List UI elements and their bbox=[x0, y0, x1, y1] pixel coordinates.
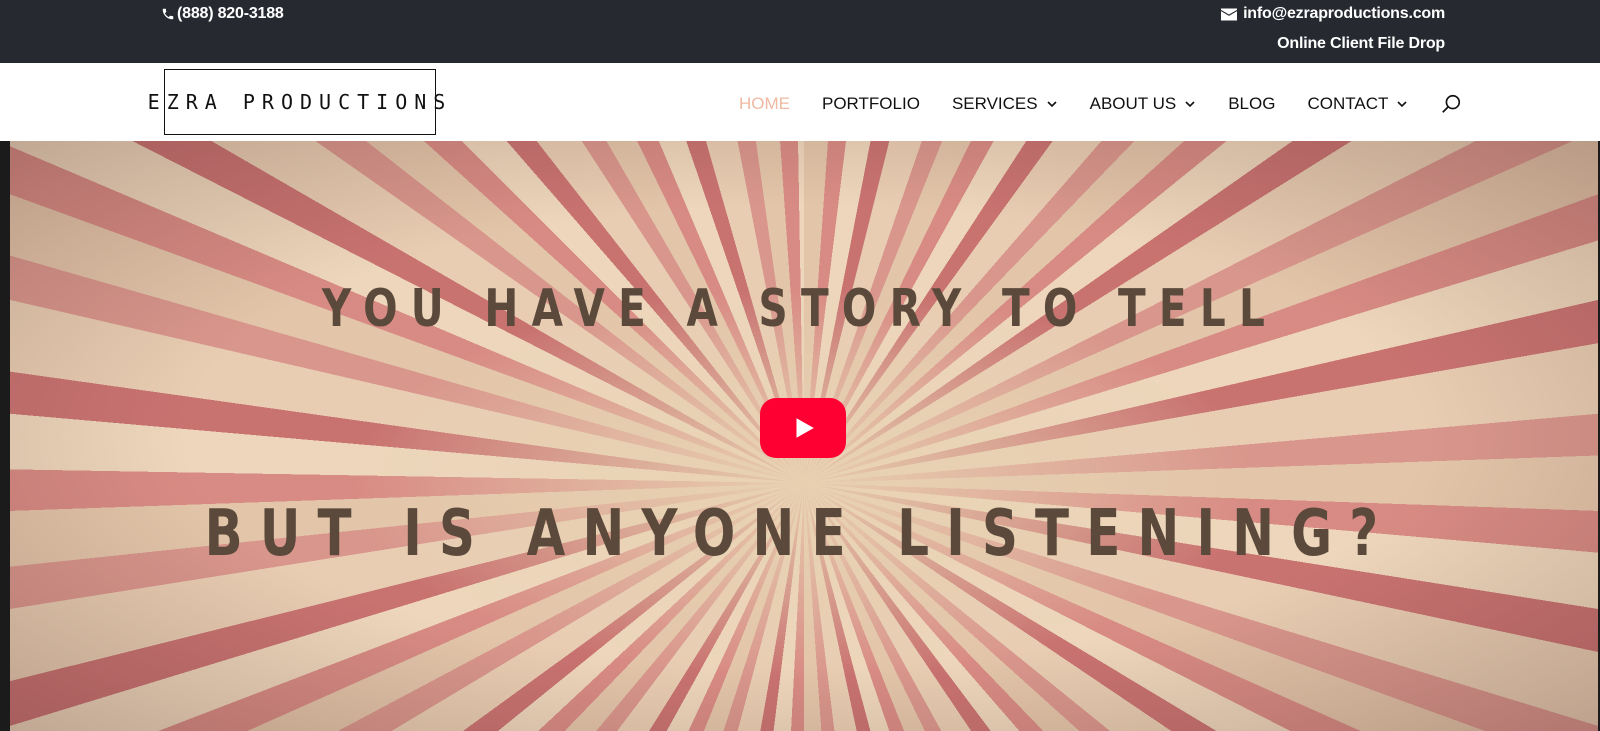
nav-portfolio[interactable]: PORTFOLIO bbox=[822, 94, 920, 114]
phone-link[interactable]: (888) 820-3188 bbox=[161, 5, 284, 23]
nav-about-label: ABOUT US bbox=[1089, 94, 1177, 113]
nav-blog-label: BLOG bbox=[1228, 94, 1276, 113]
play-button[interactable] bbox=[760, 398, 846, 458]
email-link[interactable]: info@ezraproductions.com bbox=[1221, 5, 1445, 23]
nav-contact-label: CONTACT bbox=[1307, 94, 1389, 113]
hero-headline-top: YOU HAVE A STORY TO TELL bbox=[321, 279, 1279, 339]
hero-video-section: YOU HAVE A STORY TO TELL BUT IS ANYONE L… bbox=[0, 141, 1600, 731]
site-header: EZRA PRODUCTIONS HOME PORTFOLIO SERVICES… bbox=[0, 63, 1600, 141]
email-icon bbox=[1221, 8, 1238, 20]
nav-blog[interactable]: BLOG bbox=[1228, 94, 1275, 114]
hero-headline-bottom: BUT IS ANYONE LISTENING? bbox=[204, 497, 1396, 571]
nav-services[interactable]: SERVICES bbox=[952, 94, 1058, 114]
chevron-down-icon bbox=[1047, 101, 1057, 108]
logo-text: EZRA PRODUCTIONS bbox=[147, 90, 453, 114]
top-bar: (888) 820-3188 info@ezraproductions.com … bbox=[0, 0, 1600, 63]
nav-portfolio-label: PORTFOLIO bbox=[822, 94, 920, 113]
file-drop-link[interactable]: Online Client File Drop bbox=[1277, 35, 1445, 53]
chevron-down-icon bbox=[1185, 101, 1195, 108]
phone-number: (888) 820-3188 bbox=[177, 5, 284, 22]
phone-icon bbox=[162, 8, 174, 20]
site-logo[interactable]: EZRA PRODUCTIONS bbox=[148, 69, 445, 135]
search-icon[interactable] bbox=[1440, 93, 1462, 115]
email-address: info@ezraproductions.com bbox=[1243, 5, 1445, 22]
nav-home[interactable]: HOME bbox=[739, 94, 790, 114]
nav-services-label: SERVICES bbox=[951, 94, 1038, 113]
nav-contact[interactable]: CONTACT bbox=[1307, 94, 1408, 114]
nav-about[interactable]: ABOUT US bbox=[1090, 94, 1197, 114]
youtube-play-icon bbox=[796, 418, 814, 438]
nav-home-label: HOME bbox=[739, 94, 790, 113]
main-nav: HOME PORTFOLIO SERVICES ABOUT US BLOG CO… bbox=[739, 93, 1462, 115]
chevron-down-icon bbox=[1397, 101, 1407, 108]
